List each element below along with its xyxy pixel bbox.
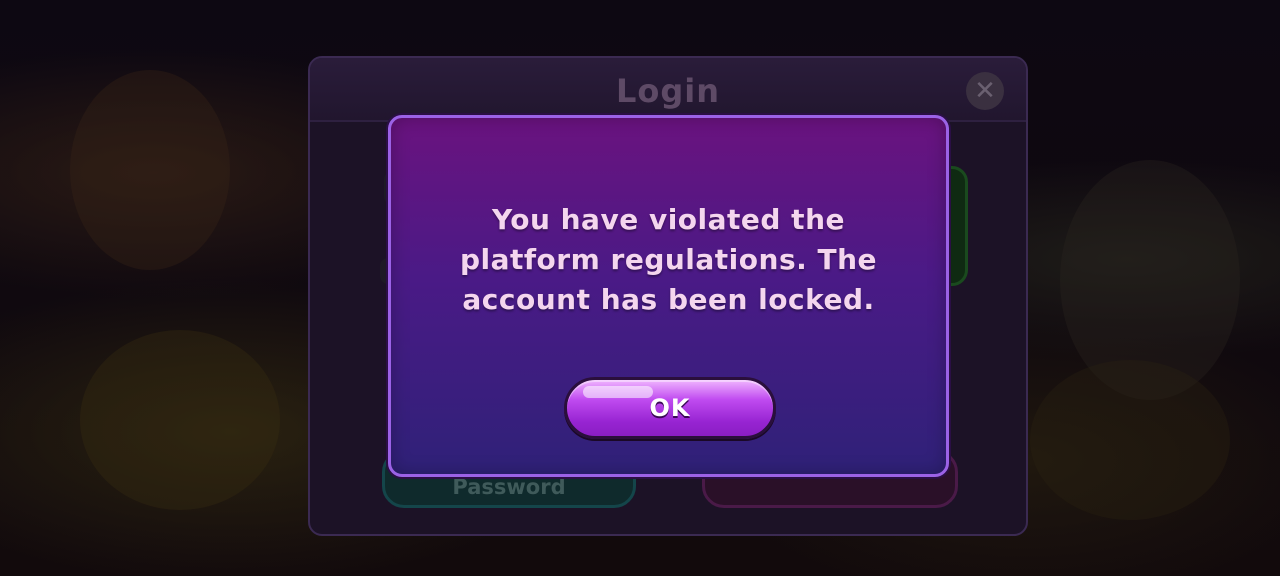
account-locked-dialog: You have violated the platform regulatio… [388, 115, 949, 477]
background-decoration [70, 70, 230, 270]
ok-button-label: OK [649, 394, 691, 422]
alert-message: You have violated the platform regulatio… [459, 203, 878, 316]
close-icon[interactable]: ✕ [966, 72, 1004, 110]
login-title: Login [615, 72, 721, 110]
background-decoration [1030, 360, 1230, 520]
login-header: Login ✕ [310, 58, 1026, 122]
password-login-label: Password [452, 475, 566, 499]
ok-button[interactable]: OK [564, 377, 776, 439]
background-decoration [80, 330, 280, 510]
